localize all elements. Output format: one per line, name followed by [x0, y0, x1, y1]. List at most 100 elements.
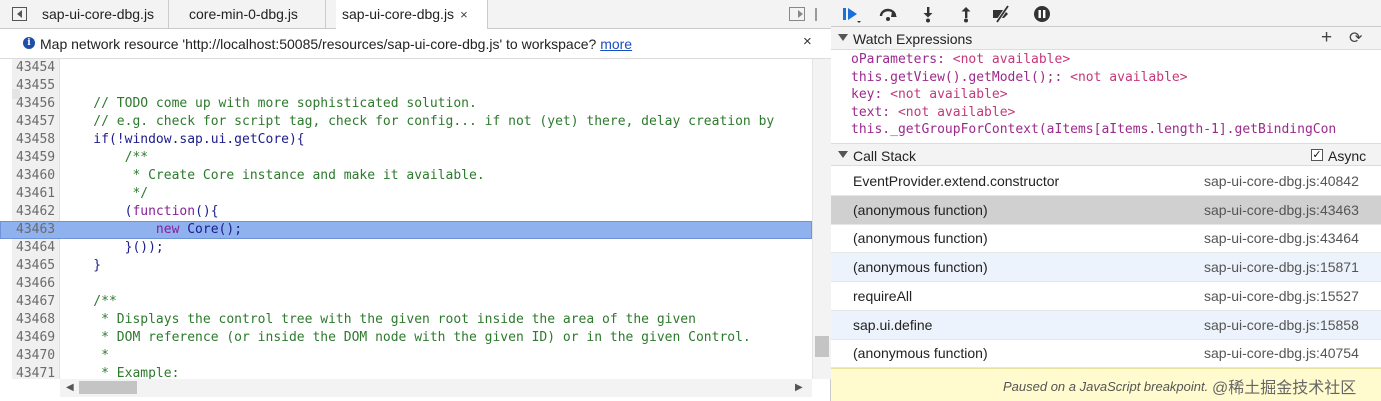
call-frame[interactable]: sap.ui.define sap-ui-core-dbg.js:15858: [831, 310, 1381, 340]
comment-token: * Create Core instance and make it avail…: [62, 168, 485, 183]
line-number[interactable]: 43454: [16, 59, 58, 77]
horizontal-scrollbar[interactable]: ◀ ▶: [60, 379, 812, 397]
code-line[interactable]: 43454: [0, 59, 812, 77]
keyword-token: new: [155, 222, 180, 237]
code-token: }());: [62, 240, 164, 255]
code-line[interactable]: 43471 * Example:: [0, 365, 812, 379]
line-number[interactable]: 43456: [16, 95, 58, 113]
code-editor[interactable]: 43454 43455 43456 // TODO come up with mor…: [0, 59, 831, 401]
line-number[interactable]: 43465: [16, 257, 58, 275]
line-text: * DOM reference (or inside the DOM node …: [62, 329, 751, 347]
call-frame[interactable]: (anonymous function) sap-ui-core-dbg.js:4…: [831, 339, 1381, 369]
comment-token: // e.g. check for script tag, check for …: [62, 114, 775, 129]
line-number[interactable]: 43468: [16, 311, 58, 329]
devtools-sources-panel: sap-ui-core-dbg.js core-min-0-dbg.js sap…: [0, 0, 1381, 401]
pause-on-exceptions-icon[interactable]: [1027, 0, 1057, 27]
infobar-close-icon[interactable]: ×: [803, 33, 812, 50]
frame-function: (anonymous function): [853, 201, 988, 218]
code-line[interactable]: 43461 */: [0, 185, 812, 203]
more-link[interactable]: more: [600, 36, 632, 52]
toggle-navigator-icon[interactable]: [12, 7, 27, 21]
line-number[interactable]: 43460: [16, 167, 58, 185]
call-frame[interactable]: (anonymous function) sap-ui-core-dbg.js:4…: [831, 224, 1381, 254]
code-line[interactable]: 43465 }: [0, 257, 812, 275]
execution-line[interactable]: 43463 new Core();: [0, 221, 812, 239]
async-checkbox[interactable]: ✓: [1311, 149, 1323, 161]
frame-location[interactable]: sap-ui-core-dbg.js:43464: [1204, 230, 1359, 246]
code-line[interactable]: 43460 * Create Core instance and make it…: [0, 167, 812, 185]
line-number[interactable]: 43459: [16, 149, 58, 167]
scroll-left-icon[interactable]: ◀: [66, 382, 74, 393]
watch-value: <not available>: [890, 87, 1008, 102]
line-number[interactable]: 43462: [16, 203, 58, 221]
code-line[interactable]: 43457 // e.g. check for script tag, chec…: [0, 113, 812, 131]
deactivate-breakpoints-icon[interactable]: [987, 0, 1017, 27]
resume-icon[interactable]: [835, 0, 865, 27]
line-number[interactable]: 43470: [16, 347, 58, 365]
code-line[interactable]: 43459 /**: [0, 149, 812, 167]
call-frame[interactable]: requireAll sap-ui-core-dbg.js:15527: [831, 282, 1381, 311]
call-stack-header[interactable]: Call Stack ✓ Async: [831, 143, 1381, 166]
horizontal-scroll-thumb[interactable]: [79, 381, 137, 394]
frame-location[interactable]: sap-ui-core-dbg.js:15858: [1204, 317, 1359, 333]
line-number[interactable]: 43464: [16, 239, 58, 257]
call-frame[interactable]: (anonymous function) sap-ui-core-dbg.js:4…: [831, 195, 1381, 225]
watch-expression-item[interactable]: this.getView().getModel();: <not availab…: [831, 69, 1381, 87]
code-line[interactable]: 43466: [0, 275, 812, 293]
tab-sap-ui-core-dbg-1[interactable]: sap-ui-core-dbg.js: [36, 0, 169, 29]
line-text: /**: [62, 293, 117, 311]
code-line[interactable]: 43470 *: [0, 347, 812, 365]
line-text: (function(){: [62, 203, 219, 221]
frame-function: (anonymous function): [853, 345, 988, 362]
vertical-scrollbar[interactable]: [812, 59, 831, 379]
code-line[interactable]: 43462 (function(){: [0, 203, 812, 221]
frame-location[interactable]: sap-ui-core-dbg.js:40754: [1204, 345, 1359, 361]
frame-location[interactable]: sap-ui-core-dbg.js:40842: [1204, 173, 1359, 189]
expand-triangle-icon: [838, 34, 848, 41]
frame-location[interactable]: sap-ui-core-dbg.js:15527: [1204, 288, 1359, 304]
call-frame[interactable]: EventProvider.extend.constructor sap-ui-c…: [831, 167, 1381, 196]
vertical-scroll-thumb[interactable]: [815, 336, 829, 357]
code-line[interactable]: 43456 // TODO come up with more sophisti…: [0, 95, 812, 113]
watch-expression-item[interactable]: oParameters: <not available>: [831, 51, 1381, 69]
code-lines[interactable]: 43454 43455 43456 // TODO come up with mor…: [0, 59, 812, 379]
line-number[interactable]: 43458: [16, 131, 58, 149]
line-number[interactable]: 43457: [16, 113, 58, 131]
refresh-icon[interactable]: ⟳: [1349, 28, 1362, 50]
code-token: Core();: [179, 222, 243, 237]
line-number[interactable]: 43455: [16, 77, 58, 95]
watch-expression-item[interactable]: this._getGroupForContext(aItems[aItems.l…: [831, 121, 1381, 139]
frame-location[interactable]: sap-ui-core-dbg.js:43463: [1204, 202, 1359, 218]
watch-expressions-header[interactable]: Watch Expressions + ⟳: [831, 27, 1381, 50]
code-line[interactable]: 43464 }());: [0, 239, 812, 257]
scroll-right-icon[interactable]: ▶: [795, 382, 803, 393]
line-number[interactable]: 43469: [16, 329, 58, 347]
code-line[interactable]: 43455: [0, 77, 812, 95]
line-number[interactable]: 43467: [16, 293, 58, 311]
watch-expression: this._getGroupForContext(aItems[aItems.l…: [851, 122, 1337, 137]
tab-sap-ui-core-dbg-active[interactable]: sap-ui-core-dbg.js ×: [336, 0, 488, 30]
tab-close-icon[interactable]: ×: [460, 7, 468, 22]
line-number[interactable]: 43463: [16, 221, 58, 239]
toggle-debugger-pane-icon[interactable]: [789, 7, 805, 21]
watch-expression-item[interactable]: key: <not available>: [831, 86, 1381, 104]
comment-token: /**: [62, 150, 149, 165]
call-frame[interactable]: (anonymous function) sap-ui-core-dbg.js:1…: [831, 253, 1381, 283]
code-line[interactable]: 43467 /**: [0, 293, 812, 311]
code-line[interactable]: 43469 * DOM reference (or inside the DOM…: [0, 329, 812, 347]
line-number[interactable]: 43471: [16, 365, 58, 379]
add-expression-icon[interactable]: +: [1321, 27, 1332, 49]
comment-token: /**: [62, 294, 117, 309]
step-out-icon[interactable]: [951, 0, 981, 27]
watch-expression-item[interactable]: text: <not available>: [831, 104, 1381, 122]
comment-token: // TODO come up with more sophisticated …: [62, 96, 477, 111]
line-number[interactable]: 43461: [16, 185, 58, 203]
frame-location[interactable]: sap-ui-core-dbg.js:15871: [1204, 259, 1359, 275]
step-into-icon[interactable]: [913, 0, 943, 27]
code-line[interactable]: 43458 if(!window.sap.ui.getCore){: [0, 131, 812, 149]
line-number[interactable]: 43466: [16, 275, 58, 293]
tab-core-min-0-dbg[interactable]: core-min-0-dbg.js: [183, 0, 326, 29]
step-over-icon[interactable]: [873, 0, 903, 27]
code-line[interactable]: 43468 * Displays the control tree with t…: [0, 311, 812, 329]
